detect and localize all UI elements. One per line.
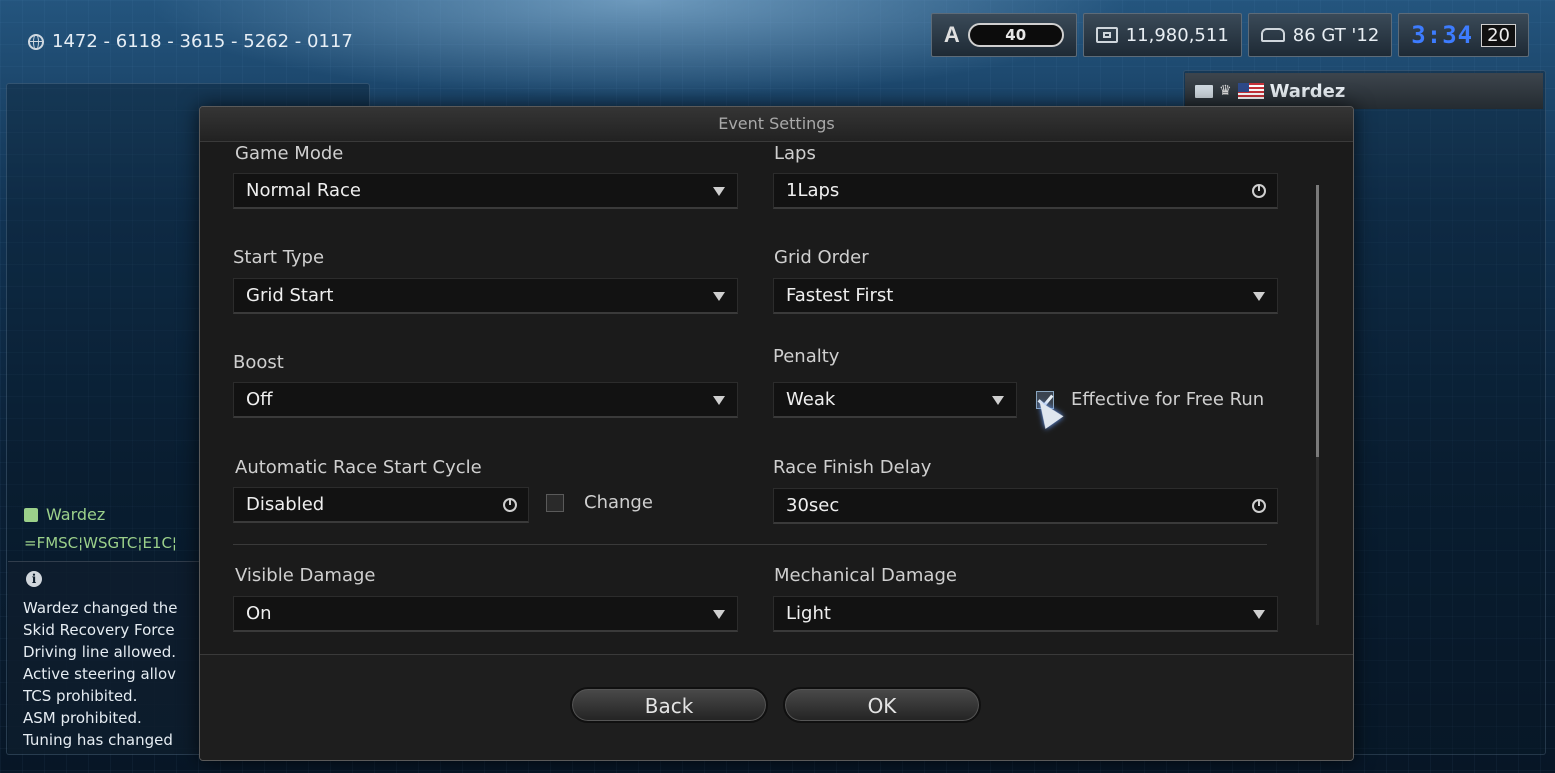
- car-box: 86 GT '12: [1247, 13, 1393, 57]
- credits-value: 11,980,511: [1125, 24, 1229, 46]
- start-type-value: Grid Start: [246, 285, 334, 306]
- mechanical-damage-select[interactable]: Light: [773, 596, 1278, 632]
- change-checkbox[interactable]: [546, 494, 564, 512]
- start-type-label: Start Type: [233, 247, 325, 268]
- laps-value: 1Laps: [786, 180, 840, 201]
- dropdown-arrow-icon: [1253, 292, 1265, 301]
- dropdown-arrow-icon: [992, 396, 1004, 405]
- dropdown-arrow-icon: [713, 187, 725, 196]
- car-icon: [1260, 28, 1285, 42]
- laps-label: Laps: [774, 143, 816, 164]
- dropdown-arrow-icon: [1253, 610, 1265, 619]
- dialog-title: Event Settings: [200, 107, 1353, 142]
- car-name: 86 GT '12: [1292, 24, 1380, 46]
- auto-start-value: Disabled: [246, 494, 325, 515]
- boost-select[interactable]: Off: [233, 382, 738, 418]
- mechanical-damage-value: Light: [786, 603, 831, 624]
- finish-delay-input[interactable]: 30sec: [773, 488, 1278, 524]
- mechanical-damage-label: Mechanical Damage: [774, 565, 957, 586]
- credits-icon: [1095, 27, 1118, 43]
- penalty-label: Penalty: [773, 346, 840, 367]
- start-type-select[interactable]: Grid Start: [233, 278, 738, 314]
- log-line: Skid Recovery Force: [23, 621, 175, 639]
- log-line: Tuning has changed: [23, 731, 173, 749]
- profile-card-icon: [1195, 84, 1213, 98]
- credits-box: 11,980,511: [1082, 13, 1242, 57]
- time-display: 3:34: [1411, 21, 1474, 49]
- rank-level: 40: [967, 23, 1064, 47]
- status-bar: A 40 11,980,511 86 GT '12 3:34 20: [930, 13, 1529, 57]
- chat-badge-icon: [24, 507, 38, 522]
- crown-icon: ♛: [1219, 83, 1232, 99]
- info-icon: i: [26, 571, 42, 587]
- boost-value: Off: [246, 389, 273, 410]
- game-mode-select[interactable]: Normal Race: [233, 173, 738, 209]
- log-line: TCS prohibited.: [23, 687, 138, 705]
- penalty-select[interactable]: Weak: [773, 382, 1017, 418]
- us-flag-icon: [1237, 83, 1264, 99]
- player-name: Wardez: [1269, 80, 1346, 102]
- room-code-text: 1472 - 6118 - 3615 - 5262 - 0117: [52, 31, 353, 52]
- dropdown-arrow-icon: [713, 610, 725, 619]
- room-code: 1472 - 6118 - 3615 - 5262 - 0117: [28, 31, 353, 52]
- grid-order-select[interactable]: Fastest First: [773, 278, 1278, 314]
- free-run-label: Effective for Free Run: [1071, 389, 1265, 410]
- grid-order-value: Fastest First: [786, 285, 894, 306]
- visible-damage-select[interactable]: On: [233, 596, 738, 632]
- chat-sender-name: Wardez: [46, 505, 106, 524]
- back-button[interactable]: Back: [570, 687, 768, 723]
- rank-box: A 40: [930, 13, 1077, 57]
- boost-label: Boost: [233, 352, 284, 373]
- clock-box: 3:34 20: [1398, 13, 1529, 57]
- ok-button[interactable]: OK: [783, 687, 981, 723]
- game-mode-value: Normal Race: [246, 180, 361, 201]
- dropdown-arrow-icon: [713, 292, 725, 301]
- dial-icon: [1252, 499, 1266, 513]
- dial-icon: [1252, 184, 1266, 198]
- game-mode-label: Game Mode: [235, 143, 344, 164]
- auto-start-input[interactable]: Disabled: [233, 487, 529, 523]
- player-count: 20: [1481, 23, 1516, 47]
- event-settings-dialog: Event Settings Game Mode Normal Race Lap…: [199, 106, 1354, 761]
- log-lines: Wardez changed the Skid Recovery Force D…: [23, 597, 203, 751]
- dropdown-arrow-icon: [713, 396, 725, 405]
- penalty-value: Weak: [786, 389, 836, 410]
- change-label: Change: [584, 492, 653, 513]
- log-line: ASM prohibited.: [23, 709, 142, 727]
- player-row[interactable]: ♛ Wardez: [1185, 73, 1543, 109]
- visible-damage-label: Visible Damage: [235, 565, 376, 586]
- chat-message: =FMSC¦WSGTC¦E1C¦: [24, 534, 177, 552]
- finish-delay-value: 30sec: [786, 495, 840, 516]
- rank-letter: A: [943, 22, 960, 47]
- log-line: Wardez changed the: [23, 599, 178, 617]
- scrollbar[interactable]: [1316, 185, 1319, 625]
- laps-input[interactable]: 1Laps: [773, 173, 1278, 209]
- visible-damage-value: On: [246, 603, 272, 624]
- log-line: Active steering allov: [23, 665, 177, 683]
- globe-icon: [28, 33, 44, 50]
- dialog-footer: [200, 654, 1353, 760]
- dial-icon: [503, 498, 517, 512]
- auto-start-label: Automatic Race Start Cycle: [235, 457, 482, 478]
- grid-order-label: Grid Order: [774, 247, 869, 268]
- chat-sender: Wardez: [24, 505, 105, 524]
- finish-delay-label: Race Finish Delay: [773, 457, 932, 478]
- log-line: Driving line allowed.: [23, 643, 177, 661]
- section-divider: [233, 544, 1267, 545]
